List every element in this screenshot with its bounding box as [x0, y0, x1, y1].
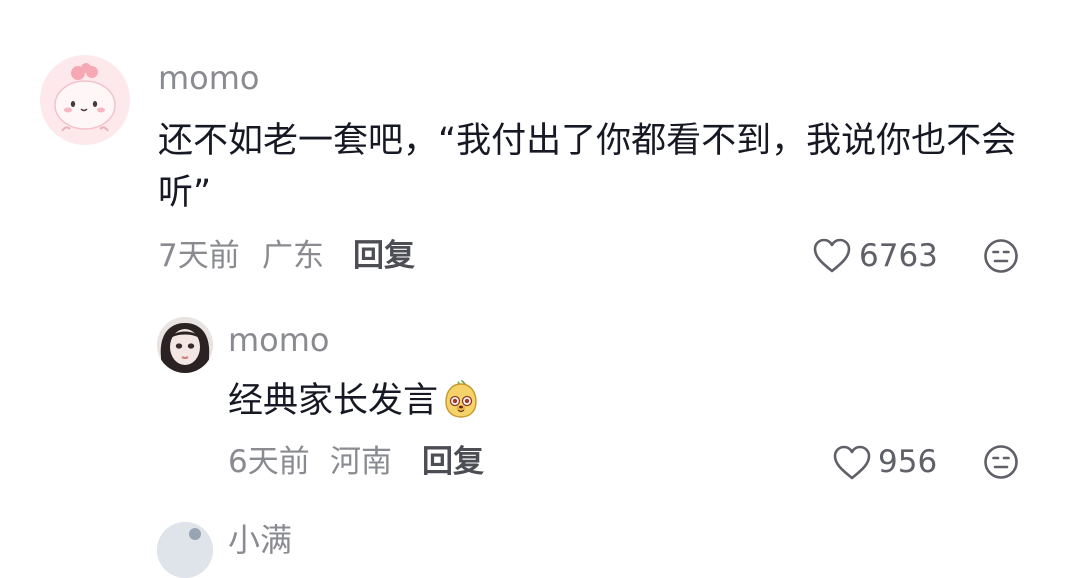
dislike-button[interactable] [983, 444, 1019, 480]
comment-text: 还不如老一套吧，“我付出了你都看不到，我说你也不会听” [158, 121, 1017, 213]
partial-avatar-icon [157, 522, 213, 578]
avatar[interactable] [157, 522, 213, 578]
dislike-button[interactable] [983, 238, 1019, 274]
reply-time: 6天前 [228, 444, 310, 480]
heart-icon [813, 238, 851, 273]
avatar[interactable] [157, 317, 213, 373]
reply-button[interactable]: 回复 [353, 236, 415, 276]
comment-username[interactable]: momo [158, 58, 260, 98]
like-count: 6763 [859, 238, 938, 274]
reply-location: 河南 [330, 444, 392, 480]
pink-cartoon-avatar-icon [40, 55, 130, 145]
comment-time: 7天前 [158, 238, 240, 274]
like-button[interactable] [812, 237, 852, 275]
reply-username[interactable]: momo [228, 320, 330, 360]
reply-button[interactable]: 回复 [422, 442, 484, 482]
like-button[interactable] [832, 444, 872, 482]
dog-face-emoji-icon [440, 378, 482, 435]
next-comment-username[interactable]: 小满 [228, 520, 292, 560]
reply-text: 经典家长发言 [228, 381, 439, 421]
like-count: 956 [878, 444, 938, 480]
girl-portrait-avatar-icon [157, 317, 213, 373]
neutral-face-icon [984, 445, 1018, 479]
heart-icon [833, 445, 871, 480]
comment-location: 广东 [262, 238, 324, 274]
reply-text-line: 经典家长发言 [228, 375, 482, 435]
avatar[interactable] [40, 55, 130, 145]
neutral-face-icon [984, 239, 1018, 273]
